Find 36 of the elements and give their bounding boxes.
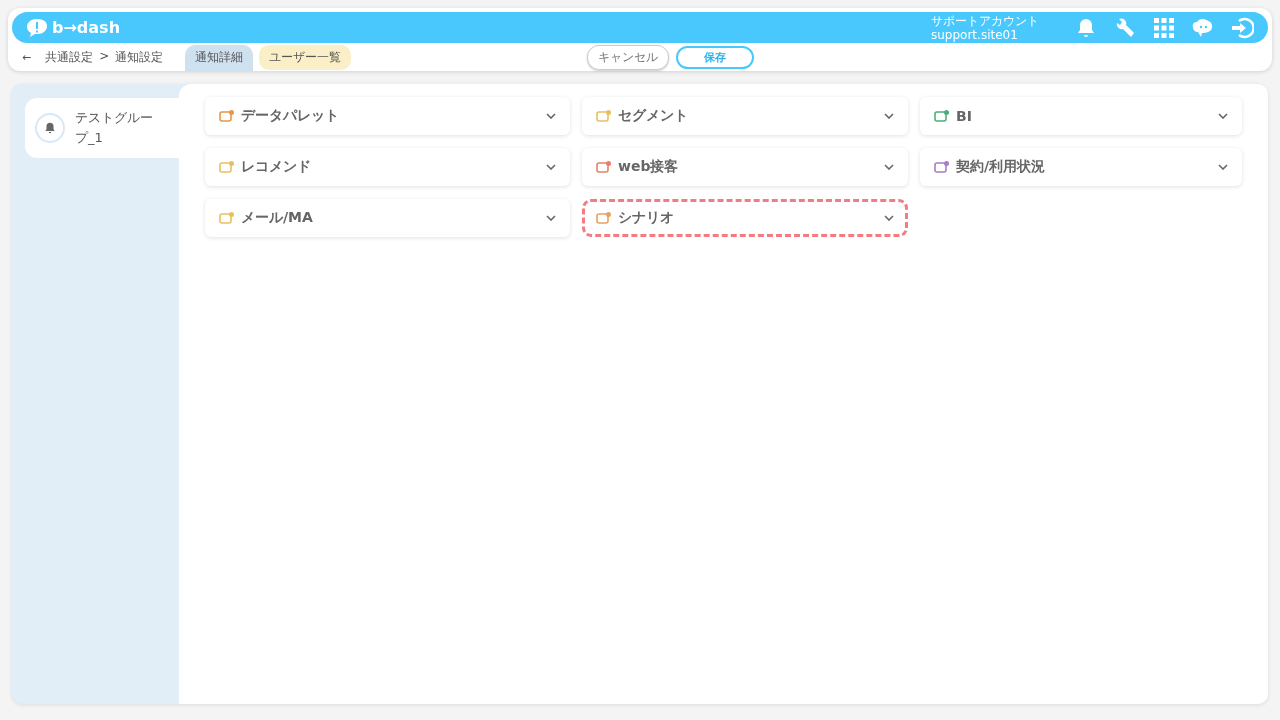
category-card[interactable]: 契約/利用状況 — [920, 148, 1242, 186]
sidebar-item[interactable]: テストグループ_1 — [25, 98, 179, 158]
category-label: 契約/利用状況 — [956, 158, 1047, 176]
category-label: データパレット — [241, 107, 340, 125]
chevron-down-icon[interactable] — [546, 215, 556, 221]
category-card[interactable]: BI — [920, 97, 1242, 135]
cancel-button[interactable]: キャンセル — [587, 44, 670, 70]
category-label: BI — [956, 108, 973, 124]
breadcrumb-separator: > — [99, 48, 110, 65]
tab[interactable]: ユーザー一覧 — [259, 44, 352, 70]
category-card[interactable]: シナリオ — [582, 199, 908, 237]
chevron-down-icon[interactable] — [884, 215, 894, 221]
category-label: セグメント — [618, 107, 689, 125]
chevron-down-icon[interactable] — [546, 113, 556, 119]
tab[interactable]: 通知詳細 — [185, 45, 254, 71]
category-card[interactable]: レコメンド — [205, 148, 570, 186]
chevron-down-icon[interactable] — [884, 113, 894, 119]
account-id: support.site01 — [931, 27, 1019, 42]
category-label: シナリオ — [618, 209, 675, 227]
category-card[interactable]: データパレット — [205, 97, 570, 135]
chevron-down-icon[interactable] — [546, 164, 556, 170]
chevron-down-icon[interactable] — [884, 164, 894, 170]
category-label: web接客 — [618, 158, 680, 176]
speech-bubble-icon — [26, 17, 48, 38]
account-label: サポートアカウント — [931, 13, 1039, 28]
category-label: レコメンド — [241, 158, 312, 176]
breadcrumb-link[interactable]: 共通設定 — [45, 48, 94, 66]
category-card[interactable]: メール/MA — [205, 199, 570, 237]
category-label: メール/MA — [241, 209, 314, 227]
back-link[interactable]: ← — [22, 50, 32, 64]
bell-icon — [35, 113, 65, 143]
category-card[interactable]: セグメント — [582, 97, 908, 135]
breadcrumb-current: 通知設定 — [115, 48, 164, 66]
category-card[interactable]: web接客 — [582, 148, 908, 186]
chevron-down-icon[interactable] — [1218, 113, 1228, 119]
chevron-down-icon[interactable] — [1218, 164, 1228, 170]
